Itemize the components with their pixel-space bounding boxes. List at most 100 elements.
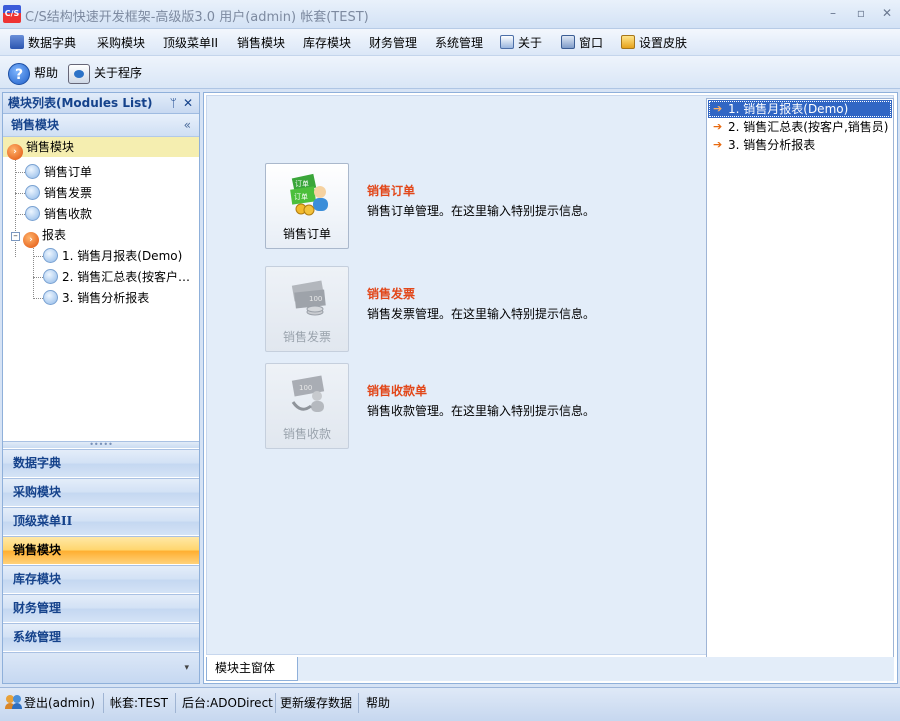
sales-receipt-icon: 100: [291, 375, 325, 412]
title-bar: C/S C/S结构快速开发框架-高级版3.0 用户(admin) 帐套(TEST…: [0, 0, 900, 29]
bullet-icon: [43, 269, 58, 284]
window-icon: [561, 35, 575, 49]
sales-invoice-title: 销售发票: [367, 287, 416, 301]
status-separator: [103, 693, 104, 713]
menu-finance[interactable]: 财务管理: [369, 33, 417, 53]
bullet-icon: [25, 185, 40, 200]
menu-about[interactable]: 关于: [500, 33, 542, 53]
status-help-button[interactable]: 帮助: [366, 693, 390, 713]
refresh-cache-button[interactable]: 更新缓存数据: [280, 693, 352, 713]
help-icon: ?: [8, 62, 30, 85]
book-icon: [10, 35, 24, 49]
sales-order-icon: 订单 订单: [290, 173, 328, 216]
nav-button-finance[interactable]: 财务管理: [3, 594, 199, 622]
nav-button-top-level-ii[interactable]: 顶级菜单II: [3, 507, 199, 535]
minimize-button[interactable]: –: [824, 5, 842, 21]
menu-top-level-ii[interactable]: 顶级菜单II: [163, 33, 218, 53]
status-separator: [358, 693, 359, 713]
pin-icon[interactable]: ᛘ: [170, 93, 177, 114]
report-list-item[interactable]: ➔ 2. 销售汇总表(按客户,销售员): [708, 118, 892, 136]
sales-receipt-title: 销售收款单: [367, 384, 428, 398]
menu-purchase[interactable]: 采购模块: [97, 33, 145, 53]
backend-status: 后台:ADODirect: [182, 696, 273, 710]
status-bar: 登出(admin) 帐套:TEST 后台:ADODirect 更新缓存数据 帮助: [0, 687, 900, 721]
sales-order-tile[interactable]: 订单 订单 销售订单: [265, 163, 349, 249]
bullet-icon: [43, 290, 58, 305]
chevron-down-icon[interactable]: ▾: [184, 663, 189, 673]
svg-text:订单: 订单: [295, 179, 309, 188]
module-tree: › 销售模块 销售订单 销售发票 销售收款 – › 报表 1. 销售月报表(Demo…: [3, 137, 199, 437]
nav-button-sales[interactable]: 销售模块: [3, 536, 199, 564]
toolbar: ? 帮助 关于程序: [0, 56, 900, 89]
document-tab-strip: 模块主窗体: [206, 657, 894, 681]
sales-order-description: 销售订单管理。在这里输入特别提示信息。: [367, 204, 596, 218]
tree-node-sales-invoice[interactable]: 销售发票: [25, 183, 92, 203]
sales-receipt-description: 销售收款管理。在这里输入特别提示信息。: [367, 404, 596, 418]
menu-system[interactable]: 系统管理: [435, 33, 483, 53]
nav-button-inventory[interactable]: 库存模块: [3, 565, 199, 593]
sales-invoice-description: 销售发票管理。在这里输入特别提示信息。: [367, 307, 596, 321]
status-separator: [175, 693, 176, 713]
tree-node-sales-receipt[interactable]: 销售收款: [25, 204, 92, 224]
arrow-right-icon: ➔: [713, 120, 723, 133]
tree-node-report-2[interactable]: 2. 销售汇总表(按客户…: [43, 267, 190, 287]
logout-button[interactable]: 登出(admin): [5, 693, 95, 713]
nav-button-purchase[interactable]: 采购模块: [3, 478, 199, 506]
tree-node-report-3[interactable]: 3. 销售分析报表: [43, 288, 149, 308]
collapse-icon[interactable]: «: [184, 114, 191, 137]
bullet-icon: [25, 164, 40, 179]
nav-overflow-bar: ▾: [3, 652, 199, 683]
main-area: 订单 订单 销售订单 销售订单 销售订单管理。在这里输入特别提示信息。 100 …: [203, 92, 898, 684]
about-window-icon: [500, 35, 514, 49]
tree-node-report-1[interactable]: 1. 销售月报表(Demo): [43, 246, 182, 266]
svg-text:100: 100: [299, 384, 312, 392]
nav-button-data-dictionary[interactable]: 数据字典: [3, 449, 199, 477]
sales-invoice-icon: 100: [291, 280, 326, 316]
tree-line: [33, 245, 34, 299]
menu-skin-settings[interactable]: 设置皮肤: [621, 33, 687, 53]
tree-node-sales-root[interactable]: › 销售模块: [3, 137, 199, 160]
account-status: 帐套:TEST: [110, 696, 168, 710]
report-list-item[interactable]: ➔ 1. 销售月报表(Demo): [708, 100, 892, 118]
menu-data-dictionary[interactable]: 数据字典: [10, 33, 76, 53]
panel-title: 模块列表(Modules List): [8, 96, 153, 110]
app-logo-icon: C/S: [3, 5, 21, 23]
report-list-item[interactable]: ➔ 3. 销售分析报表: [708, 136, 892, 154]
maximize-button[interactable]: ▫: [852, 5, 870, 21]
modules-list-panel: 模块列表(Modules List) ᛘ ✕ 销售模块 « › 销售模块 销售订单…: [2, 92, 200, 684]
menu-bar: 数据字典 采购模块 顶级菜单II 销售模块 库存模块 财务管理 系统管理 关于 …: [0, 29, 900, 56]
help-button[interactable]: ? 帮助: [8, 60, 58, 86]
about-program-icon: [68, 63, 90, 84]
menu-sales[interactable]: 销售模块: [237, 33, 285, 53]
arrow-right-icon: ➔: [713, 102, 723, 115]
bullet-icon: [25, 206, 40, 221]
tree-collapse-toggle[interactable]: –: [11, 232, 20, 241]
chevron-right-icon: ›: [7, 144, 23, 160]
about-program-button[interactable]: 关于程序: [68, 60, 142, 86]
users-icon: [5, 695, 22, 709]
panel-close-icon[interactable]: ✕: [183, 93, 193, 114]
module-main-form: 订单 订单 销售订单 销售订单 销售订单管理。在这里输入特别提示信息。 100 …: [206, 95, 894, 658]
tree-node-sales-order[interactable]: 销售订单: [25, 162, 92, 182]
skin-icon: [621, 35, 635, 49]
sales-order-title: 销售订单: [367, 184, 416, 198]
tree-node-reports-folder[interactable]: › 报表: [23, 225, 66, 248]
close-button[interactable]: ✕: [878, 5, 896, 21]
svg-text:100: 100: [309, 295, 322, 303]
arrow-right-icon: ➔: [713, 138, 723, 151]
panel-splitter[interactable]: •••••: [3, 441, 199, 449]
reports-list: ➔ 1. 销售月报表(Demo) ➔ 2. 销售汇总表(按客户,销售员) ➔ 3. 销…: [706, 98, 894, 658]
group-header: 销售模块 «: [3, 114, 199, 137]
svg-text:订单: 订单: [294, 192, 308, 201]
chevron-right-icon: ›: [23, 232, 39, 248]
tab-module-main-form[interactable]: 模块主窗体: [206, 657, 298, 681]
menu-inventory[interactable]: 库存模块: [303, 33, 351, 53]
bullet-icon: [43, 248, 58, 263]
sales-receipt-tile[interactable]: 100 销售收款: [265, 363, 349, 449]
menu-window[interactable]: 窗口: [561, 33, 603, 53]
nav-button-system[interactable]: 系统管理: [3, 623, 199, 651]
panel-header: 模块列表(Modules List) ᛘ ✕: [3, 93, 199, 114]
sales-invoice-tile[interactable]: 100 销售发票: [265, 266, 349, 352]
window-title: C/S结构快速开发框架-高级版3.0 用户(admin) 帐套(TEST): [25, 10, 369, 25]
status-separator: [275, 693, 276, 713]
